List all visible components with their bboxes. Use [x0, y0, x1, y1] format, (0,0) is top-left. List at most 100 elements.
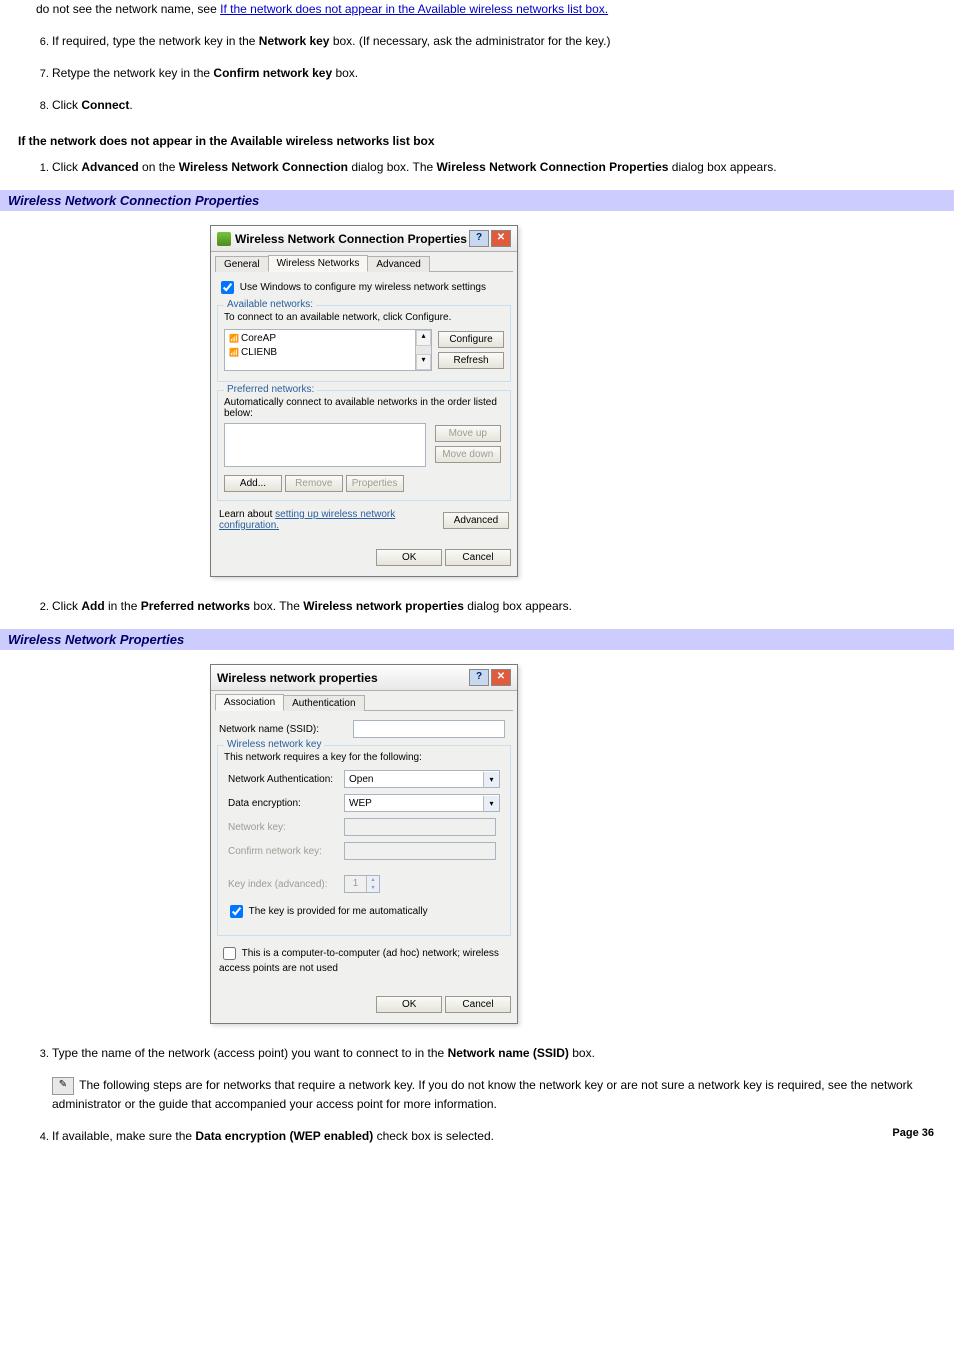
lbl-enc: Data encryption:	[224, 791, 340, 815]
close-icon[interactable]: ✕	[491, 230, 511, 247]
chk-use-windows[interactable]	[221, 281, 234, 294]
t: box.	[569, 1046, 595, 1060]
chevron-down-icon[interactable]: ▾	[483, 772, 499, 787]
help-icon[interactable]: ?	[469, 669, 489, 686]
scrollbar[interactable]: ▴ ▾	[415, 330, 431, 370]
add-button[interactable]: Add...	[224, 475, 282, 492]
t: Click	[52, 160, 81, 174]
t: Advanced	[81, 160, 138, 174]
list-item[interactable]: CLIENB	[229, 346, 411, 360]
chevron-down-icon[interactable]: ▾	[483, 796, 499, 811]
refresh-button[interactable]: Refresh	[438, 352, 504, 369]
t: Connect	[81, 98, 129, 112]
step-7: Retype the network key in the Confirm ne…	[52, 64, 942, 82]
tab-general[interactable]: General	[215, 256, 269, 272]
tab-association[interactable]: Association	[215, 694, 284, 711]
dialog-wncp: Wireless Network Connection Properties ?…	[210, 225, 518, 577]
keyidx-stepper: 1 ▴▾	[344, 875, 380, 893]
ok-button[interactable]: OK	[376, 549, 442, 566]
remove-button[interactable]: Remove	[285, 475, 343, 492]
t: Click	[52, 599, 81, 613]
spin-up-icon: ▴	[367, 876, 379, 884]
available-list[interactable]: CoreAP CLIENB	[225, 330, 415, 370]
step-6: If required, type the network key in the…	[52, 32, 942, 50]
note-icon: ✎	[52, 1077, 74, 1095]
pref-text: Automatically connect to available netwo…	[224, 397, 504, 419]
properties-button[interactable]: Properties	[346, 475, 404, 492]
tab-advanced[interactable]: Advanced	[367, 256, 429, 272]
t: Retype the network key in the	[52, 66, 213, 80]
lbl-keyidx: Key index (advanced):	[224, 863, 340, 896]
help-icon[interactable]: ?	[469, 230, 489, 247]
preferred-list[interactable]	[224, 423, 426, 467]
configure-button[interactable]: Configure	[438, 331, 504, 348]
noappear-step-3: Type the name of the network (access poi…	[52, 1044, 942, 1062]
avail-text: To connect to an available network, clic…	[224, 312, 504, 323]
cancel-button[interactable]: Cancel	[445, 996, 511, 1013]
step-8: Click Connect.	[52, 96, 942, 114]
t: Wireless Network Connection Properties	[437, 160, 669, 174]
heading-noappear: If the network does not appear in the Av…	[18, 134, 942, 148]
noappear-step-2: Click Add in the Preferred networks box.…	[52, 597, 942, 615]
spin-down-icon: ▾	[367, 884, 379, 892]
t: If required, type the network key in the	[52, 34, 259, 48]
dialog-wnp: Wireless network properties ? ✕ Associat…	[210, 664, 518, 1024]
scroll-up-icon[interactable]: ▴	[416, 330, 431, 346]
lbl-adhoc: This is a computer-to-computer (ad hoc) …	[219, 948, 499, 974]
netkey-field	[344, 818, 496, 836]
lbl-confirm: Confirm network key:	[224, 839, 340, 863]
v: 1	[345, 876, 366, 892]
wk-text: This network requires a key for the foll…	[224, 752, 504, 763]
ok-button[interactable]: OK	[376, 996, 442, 1013]
t: Data encryption (WEP enabled)	[195, 1129, 373, 1143]
t: dialog box. The	[348, 160, 437, 174]
tabstrip: Association Authentication	[215, 693, 513, 711]
title-text: Wireless network properties	[217, 671, 378, 685]
legend-wk: Wireless network key	[224, 739, 324, 750]
t: Network name (SSID)	[448, 1046, 569, 1060]
t: Preferred networks	[141, 599, 250, 613]
t: Network key	[259, 34, 330, 48]
close-icon[interactable]: ✕	[491, 669, 511, 686]
lbl-netkey: Network key:	[224, 815, 340, 839]
noappear-step-1: Click Advanced on the Wireless Network C…	[52, 158, 942, 176]
chk-autokey[interactable]	[230, 905, 243, 918]
title-text: Wireless Network Connection Properties	[235, 232, 467, 246]
scroll-down-icon[interactable]: ▾	[416, 354, 431, 370]
auth-select[interactable]: Open▾	[344, 770, 500, 788]
t: dialog box appears.	[668, 160, 776, 174]
list-item[interactable]: CoreAP	[229, 332, 411, 346]
advanced-button[interactable]: Advanced	[443, 512, 509, 529]
t: box.	[332, 66, 358, 80]
enc-select[interactable]: WEP ▾	[344, 794, 500, 812]
page-number: Page 36	[892, 1127, 934, 1139]
t: check box is selected.	[373, 1129, 494, 1143]
confirm-field	[344, 842, 496, 860]
ssid-field[interactable]	[353, 720, 505, 738]
legend-preferred: Preferred networks:	[224, 384, 317, 395]
moveup-button[interactable]: Move up	[435, 425, 501, 442]
lbl-use-windows: Use Windows to configure my wireless net…	[240, 282, 486, 293]
learn-text: Learn about	[219, 509, 275, 520]
t: on the	[139, 160, 179, 174]
v: WEP	[349, 798, 372, 809]
caption-wnp: Wireless Network Properties	[0, 629, 954, 650]
tab-authentication[interactable]: Authentication	[283, 695, 364, 711]
tabstrip: General Wireless Networks Advanced	[215, 254, 513, 272]
movedown-button[interactable]: Move down	[435, 446, 501, 463]
step-5-partial: do not see the network name, see If the …	[36, 0, 942, 18]
legend-available: Available networks:	[224, 299, 316, 310]
tab-wireless-networks[interactable]: Wireless Networks	[268, 255, 369, 272]
t: Type the name of the network (access poi…	[52, 1046, 448, 1060]
app-icon	[217, 232, 231, 246]
noappear-step-4: If available, make sure the Data encrypt…	[52, 1127, 852, 1145]
t: Add	[81, 599, 104, 613]
t: If available, make sure the	[52, 1129, 195, 1143]
t: Click	[52, 98, 81, 112]
chk-adhoc[interactable]	[223, 947, 236, 960]
link-noappear[interactable]: If the network does not appear in the Av…	[220, 2, 608, 16]
cancel-button[interactable]: Cancel	[445, 549, 511, 566]
caption-wncp: Wireless Network Connection Properties	[0, 190, 954, 211]
titlebar: Wireless network properties ? ✕	[211, 665, 517, 691]
t: Confirm network key	[213, 66, 332, 80]
